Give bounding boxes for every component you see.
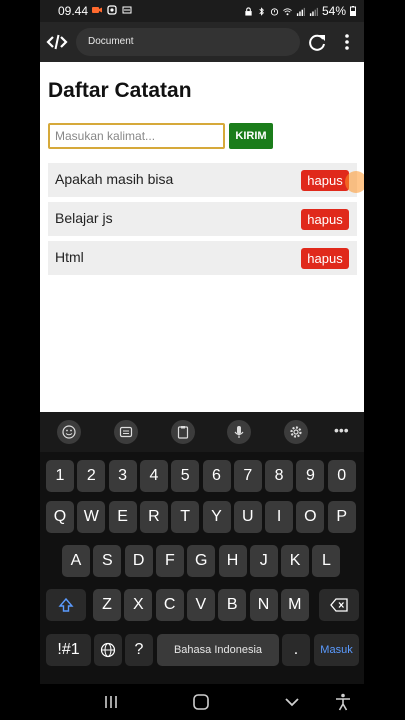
more-options-icon[interactable]: ••• [334, 422, 349, 438]
key-k[interactable]: K [281, 545, 310, 577]
key-h[interactable]: H [218, 545, 247, 577]
page-title: Daftar Catatan [48, 79, 192, 102]
reload-icon[interactable] [306, 31, 328, 53]
overflow-menu-icon[interactable] [338, 31, 356, 53]
key-2[interactable]: 2 [77, 460, 106, 492]
key-a[interactable]: A [62, 545, 90, 577]
bluetooth-icon [259, 6, 264, 16]
key-9[interactable]: 9 [296, 460, 325, 492]
key-j[interactable]: J [249, 545, 278, 577]
key-g[interactable]: G [187, 545, 216, 577]
status-bar: 09.44 54% [40, 0, 364, 22]
key-4[interactable]: 4 [139, 460, 168, 492]
signal-icon [296, 7, 305, 16]
navigation-bar [40, 684, 364, 720]
key-f[interactable]: F [155, 545, 184, 577]
delete-button[interactable]: hapus [301, 170, 349, 191]
status-time: 09.44 [58, 4, 89, 18]
key-x[interactable]: X [124, 589, 153, 621]
emoji-button[interactable] [57, 420, 81, 444]
voice-input-button[interactable] [227, 420, 251, 444]
period-key[interactable]: . [282, 634, 310, 666]
microphone-icon [234, 426, 244, 438]
keyboard-settings-button[interactable] [284, 420, 308, 444]
backspace-key[interactable] [319, 589, 359, 621]
key-6[interactable]: 6 [202, 460, 231, 492]
globe-icon [100, 642, 116, 658]
accessibility-icon[interactable] [333, 692, 353, 712]
sticker-button[interactable] [114, 420, 138, 444]
delete-button[interactable]: hapus [301, 209, 349, 230]
key-b[interactable]: B [218, 589, 247, 621]
key-e[interactable]: E [108, 501, 137, 533]
note-item: Apakah masih bisa hapus [48, 163, 357, 197]
key-o[interactable]: O [296, 501, 325, 533]
key-n[interactable]: N [249, 589, 278, 621]
address-bar[interactable]: Document [76, 28, 300, 56]
sticker-icon [119, 426, 133, 438]
key-d[interactable]: D [124, 545, 153, 577]
delete-button[interactable]: hapus [301, 248, 349, 269]
recent-apps-icon[interactable] [101, 692, 121, 712]
key-c[interactable]: C [155, 589, 184, 621]
key-3[interactable]: 3 [108, 460, 137, 492]
language-key[interactable] [94, 634, 122, 666]
key-p[interactable]: P [327, 501, 356, 533]
signal-2-icon [309, 7, 318, 16]
key-q[interactable]: Q [46, 501, 74, 533]
home-icon[interactable] [191, 692, 211, 712]
key-s[interactable]: S [93, 545, 122, 577]
emoji-icon [62, 425, 76, 439]
code-browser-logo-icon[interactable] [46, 31, 68, 53]
note-item: Html hapus [48, 241, 357, 275]
key-w[interactable]: W [77, 501, 106, 533]
web-page: Daftar Catatan KIRIM Apakah masih bisa h… [40, 62, 364, 412]
lock-icon [245, 6, 252, 16]
clipboard-button[interactable] [171, 420, 195, 444]
cast-icon [122, 6, 132, 14]
on-screen-keyboard: ••• !#1 ? Bahasa Indonesia . Masuk 12345… [40, 412, 364, 684]
key-t[interactable]: T [171, 501, 200, 533]
key-u[interactable]: U [233, 501, 262, 533]
browser-toolbar: Document [40, 22, 364, 62]
key-l[interactable]: L [312, 545, 341, 577]
key-m[interactable]: M [280, 589, 309, 621]
key-5[interactable]: 5 [171, 460, 200, 492]
backspace-icon [330, 598, 348, 612]
touch-indicator [345, 171, 364, 193]
enter-key[interactable]: Masuk [314, 634, 359, 666]
note-item: Belajar js hapus [48, 202, 357, 236]
note-input[interactable] [48, 123, 225, 149]
phone-screen: 09.44 54% Document Daftar Catatan Masuka… [40, 0, 364, 720]
shift-key[interactable] [46, 589, 86, 621]
key-r[interactable]: R [139, 501, 168, 533]
battery-icon [350, 6, 356, 16]
video-camera-icon [92, 7, 102, 13]
note-text: Belajar js [55, 210, 113, 226]
key-y[interactable]: Y [202, 501, 231, 533]
shift-icon [58, 597, 74, 612]
note-text: Apakah masih bisa [55, 171, 174, 187]
alarm-icon [270, 7, 279, 16]
key-i[interactable]: I [265, 501, 294, 533]
key-1[interactable]: 1 [46, 460, 74, 492]
symbols-key[interactable]: !#1 [46, 634, 91, 666]
status-icons: 54% [244, 4, 356, 18]
submit-button[interactable]: KIRIM [229, 123, 273, 149]
key-v[interactable]: V [186, 589, 215, 621]
gear-icon [290, 426, 302, 438]
hide-keyboard-icon[interactable] [282, 692, 302, 712]
key-0[interactable]: 0 [327, 460, 356, 492]
keyboard-toolbar: ••• [40, 412, 364, 452]
key-7[interactable]: 7 [233, 460, 262, 492]
notification-icon [107, 5, 117, 15]
battery-percent: 54% [321, 4, 346, 18]
note-text: Html [55, 249, 84, 265]
wifi-icon [283, 7, 292, 15]
comma-key[interactable]: ? [125, 634, 153, 666]
key-z[interactable]: Z [93, 589, 121, 621]
space-key[interactable]: Bahasa Indonesia [157, 634, 279, 666]
clipboard-icon [177, 426, 189, 439]
key-8[interactable]: 8 [265, 460, 294, 492]
